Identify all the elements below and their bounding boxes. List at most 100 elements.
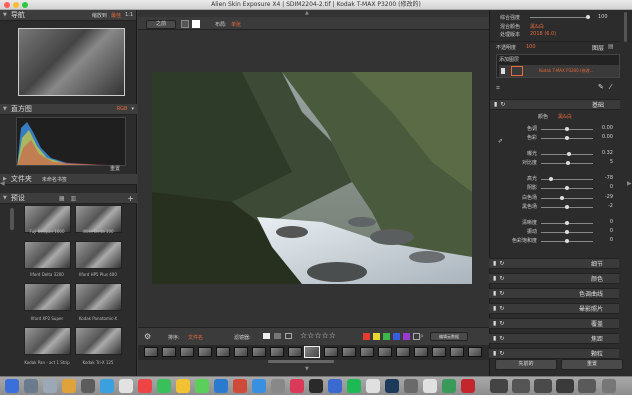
zoom-window-button[interactable] (22, 2, 28, 8)
adjustment-slider[interactable] (541, 239, 593, 243)
filmstrip-thumb[interactable] (324, 347, 338, 357)
app-icon[interactable] (214, 379, 228, 393)
adjustment-value[interactable]: -29 (605, 194, 613, 200)
app-icon[interactable] (100, 379, 114, 393)
minimize-window-button[interactable] (13, 2, 19, 8)
collapse-triangle-icon[interactable]: ▼ (3, 12, 7, 18)
preset-thumb[interactable] (24, 283, 71, 311)
close-window-button[interactable] (4, 2, 10, 8)
filmstrip-thumb[interactable] (144, 347, 158, 357)
adjustment-value[interactable]: -2 (608, 203, 613, 209)
section-header[interactable]: ▮ ↻ 颜色 (489, 273, 619, 284)
slider-knob[interactable] (549, 177, 553, 181)
safari-icon[interactable] (43, 379, 57, 393)
section-header[interactable]: ▮ ↻ 细节 (489, 258, 619, 269)
brush-icon[interactable]: ✎ (598, 83, 604, 91)
photos-icon[interactable] (176, 379, 190, 393)
panel-toggle-icon[interactable]: ▮ (493, 320, 496, 327)
exposure-app-icon[interactable] (461, 379, 475, 393)
film-view-icon[interactable]: ▥ (71, 195, 77, 202)
filmstrip-thumb[interactable] (342, 347, 356, 357)
dock-folder-icon[interactable] (556, 379, 574, 393)
toggle-top-arrow-icon[interactable]: ▲ (305, 10, 309, 16)
trash-icon[interactable] (602, 379, 616, 393)
chrome-icon[interactable] (366, 379, 380, 393)
filmstrip-thumb[interactable] (180, 347, 194, 357)
histogram-header[interactable]: ▼ 直方图 RGB ▾ (0, 104, 137, 115)
dock-folder-icon[interactable] (490, 379, 508, 393)
preset-thumb[interactable] (24, 241, 71, 269)
launchpad-icon[interactable] (24, 379, 38, 393)
preset-thumb[interactable] (75, 241, 122, 269)
adjustment-slider[interactable] (541, 205, 593, 209)
app-icon[interactable] (442, 379, 456, 393)
adjustment-value[interactable]: 0 (610, 228, 613, 234)
reset-section-icon[interactable]: ↻ (499, 320, 504, 327)
app-icon[interactable] (423, 379, 437, 393)
adjustment-slider[interactable] (541, 221, 593, 225)
split-view-icon[interactable] (181, 20, 189, 28)
slider-knob[interactable] (567, 152, 571, 156)
filmstrip-thumb[interactable] (468, 347, 482, 357)
slider-knob[interactable] (565, 186, 569, 190)
app-icon[interactable] (119, 379, 133, 393)
preset-thumb[interactable] (24, 327, 71, 355)
filmstrip-thumb[interactable] (450, 347, 464, 357)
nav-header[interactable]: ▼ 导航 缩放到 最佳 1:1 (0, 10, 136, 21)
toggle-bottom-arrow-icon[interactable]: ▼ (305, 366, 309, 372)
adjustment-value[interactable]: 0.32 (602, 150, 613, 156)
mode-bw-tab[interactable]: 黑&白 (558, 113, 572, 120)
edit-cloud-button[interactable]: 编辑云数据 (430, 332, 468, 341)
adjustment-slider[interactable] (541, 136, 593, 140)
green-label-filter[interactable] (383, 333, 390, 340)
blue-label-filter[interactable] (393, 333, 400, 340)
dock-folder-icon[interactable] (534, 379, 552, 393)
slider-knob[interactable] (565, 127, 569, 131)
layer-mask-icon[interactable] (511, 66, 523, 76)
mail-icon[interactable] (62, 379, 76, 393)
filmstrip-thumb[interactable] (252, 347, 266, 357)
filmstrip-thumb-selected[interactable] (304, 346, 320, 358)
histogram-mode[interactable]: RGB (117, 106, 128, 112)
adjustment-value[interactable]: 0 (610, 184, 613, 190)
search-icon[interactable]: ⌕ (420, 332, 424, 341)
main-photo[interactable] (152, 72, 472, 284)
adjustment-slider[interactable] (541, 161, 593, 165)
ratio-button[interactable]: 1:1 (125, 12, 133, 19)
section-header[interactable]: ▮ ↻ 焦距 (489, 333, 619, 344)
filmstrip-scrollbar[interactable] (268, 360, 334, 363)
grid-view-icon[interactable]: ▦ (59, 195, 65, 202)
reset-button[interactable]: 重置 (561, 359, 623, 370)
color-mix-dropdown[interactable]: 黑&白 (530, 23, 544, 30)
layers-menu-icon[interactable]: ▤ (608, 43, 614, 50)
panel-toggle-icon[interactable]: ▮ (493, 290, 496, 297)
collapse-triangle-icon[interactable]: ▼ (3, 106, 7, 112)
before-after-button[interactable]: 之前 (146, 20, 176, 29)
folders-header[interactable]: ▶ 文件夹 未命名书签 (0, 174, 137, 185)
section-header[interactable]: ▮ ↻ 覆盖 (489, 318, 619, 329)
adjustment-slider[interactable] (541, 196, 593, 200)
layer-visibility-icon[interactable] (501, 68, 505, 74)
right-panel-scrollbar[interactable] (624, 12, 627, 42)
settings-gear-icon[interactable]: ⚙ (144, 332, 151, 341)
reset-section-icon[interactable]: ↻ (500, 101, 505, 108)
fit-value[interactable]: 最佳 (111, 12, 121, 19)
layout-dropdown[interactable]: 单张 (231, 21, 241, 28)
yellow-label-filter[interactable] (373, 333, 380, 340)
presets-header[interactable]: ▼ 预设 ▦ ▥ + (0, 193, 137, 204)
filmstrip-thumb[interactable] (288, 347, 302, 357)
slider-knob[interactable] (565, 239, 569, 243)
adjustment-slider[interactable] (541, 127, 593, 131)
filmstrip-thumb[interactable] (270, 347, 284, 357)
unflag-filter-icon[interactable] (285, 333, 292, 339)
adjustment-slider[interactable] (541, 230, 593, 234)
adjustment-value[interactable]: 0.00 (602, 134, 613, 140)
app-icon[interactable] (81, 379, 95, 393)
panel-toggle-icon[interactable]: ▮ (493, 305, 496, 312)
adjustment-value[interactable]: 0 (610, 237, 613, 243)
slider-knob[interactable] (565, 161, 570, 165)
add-preset-icon[interactable]: + (127, 194, 134, 203)
preset-thumb[interactable] (75, 283, 122, 311)
preset-thumb[interactable] (75, 327, 122, 355)
music-icon[interactable] (290, 379, 304, 393)
